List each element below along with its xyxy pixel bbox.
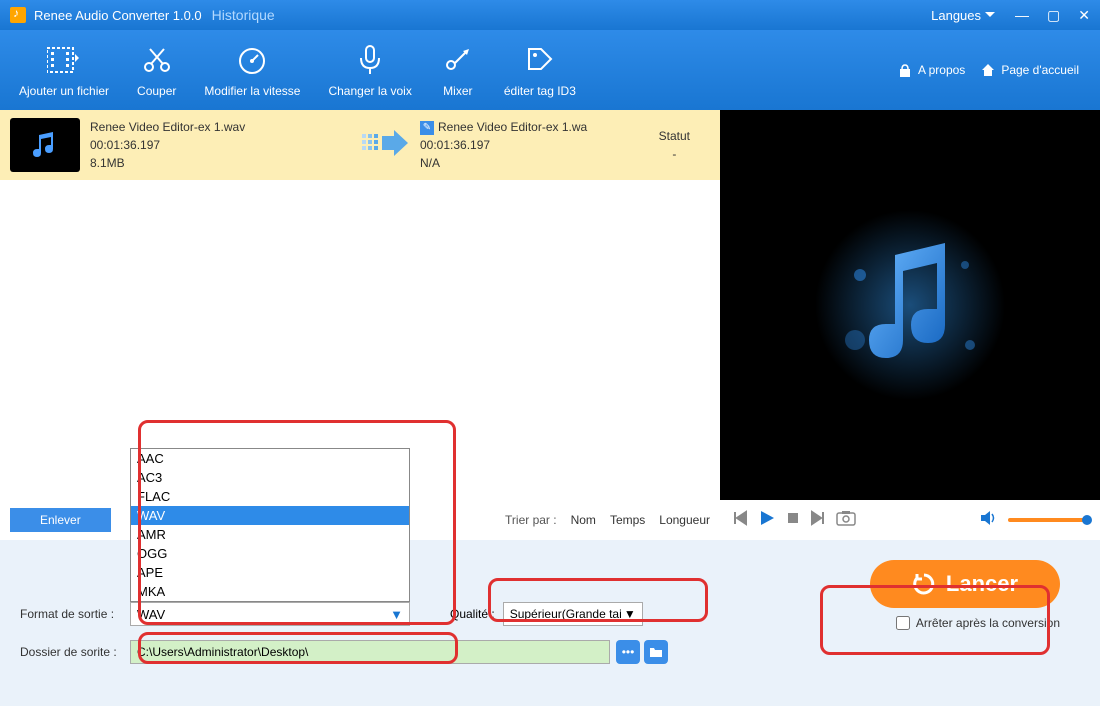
id3-button[interactable]: éditer tag ID3 bbox=[490, 34, 590, 106]
home-link[interactable]: Page d'accueil bbox=[981, 63, 1079, 77]
more-button[interactable]: ••• bbox=[616, 640, 640, 664]
quality-select[interactable]: Supérieur(Grande tai ▼ bbox=[503, 602, 643, 626]
format-select[interactable]: WAV ▼ bbox=[130, 602, 410, 626]
mix-button[interactable]: Mixer bbox=[426, 34, 490, 106]
remove-button[interactable]: Enlever bbox=[10, 508, 111, 532]
format-option[interactable]: AC3 bbox=[131, 468, 409, 487]
format-dropdown-list[interactable]: AACAC3FLACWAVAMROGGAPEMKA bbox=[130, 448, 410, 602]
chevron-down-icon: ▼ bbox=[624, 607, 636, 621]
refresh-icon bbox=[912, 572, 936, 596]
source-file-info: Renee Video Editor-ex 1.wav 00:01:36.197… bbox=[90, 118, 350, 172]
quality-label: Qualité : bbox=[450, 607, 495, 621]
film-add-icon bbox=[46, 42, 82, 78]
file-row[interactable]: Renee Video Editor-ex 1.wav 00:01:36.197… bbox=[0, 110, 720, 180]
prev-button[interactable] bbox=[732, 510, 748, 531]
stop-button[interactable] bbox=[786, 511, 800, 530]
cut-button[interactable]: Couper bbox=[123, 34, 190, 106]
format-option[interactable]: MKA bbox=[131, 582, 409, 601]
player-controls bbox=[720, 500, 1100, 540]
launch-button[interactable]: Lancer bbox=[870, 560, 1060, 608]
sort-length[interactable]: Longueur bbox=[659, 513, 710, 527]
close-button[interactable]: ✕ bbox=[1078, 7, 1090, 24]
voice-button[interactable]: Changer la voix bbox=[314, 34, 425, 106]
add-file-button[interactable]: Ajouter un fichier bbox=[5, 34, 123, 106]
format-option[interactable]: AAC bbox=[131, 449, 409, 468]
next-button[interactable] bbox=[810, 510, 826, 531]
scissors-icon bbox=[139, 42, 175, 78]
format-option[interactable]: FLAC bbox=[131, 487, 409, 506]
minimize-button[interactable]: — bbox=[1015, 7, 1029, 24]
preview-panel bbox=[720, 110, 1100, 500]
output-folder-input[interactable] bbox=[130, 640, 610, 664]
play-button[interactable] bbox=[758, 509, 776, 532]
history-link[interactable]: Historique bbox=[212, 7, 275, 23]
sort-name[interactable]: Nom bbox=[571, 513, 596, 527]
microphone-icon bbox=[352, 42, 388, 78]
language-dropdown[interactable]: Langues bbox=[931, 8, 995, 23]
folder-label: Dossier de sorite : bbox=[20, 645, 130, 659]
snapshot-button[interactable] bbox=[836, 510, 856, 531]
sort-time[interactable]: Temps bbox=[610, 513, 645, 527]
browse-folder-button[interactable] bbox=[644, 640, 668, 664]
format-option[interactable]: AMR bbox=[131, 525, 409, 544]
sort-by-label: Trier par : bbox=[505, 513, 557, 527]
format-option[interactable]: WAV bbox=[131, 506, 409, 525]
format-option[interactable]: APE bbox=[131, 563, 409, 582]
speed-button[interactable]: Modifier la vitesse bbox=[190, 34, 314, 106]
output-file-info: ✎Renee Video Editor-ex 1.wa 00:01:36.197… bbox=[420, 118, 600, 172]
maximize-button[interactable]: ▢ bbox=[1047, 7, 1060, 24]
status-column: Statut - bbox=[659, 127, 690, 163]
home-icon bbox=[981, 63, 995, 77]
mixer-icon bbox=[440, 42, 476, 78]
chevron-down-icon bbox=[985, 12, 995, 18]
file-thumbnail bbox=[10, 118, 80, 172]
music-note-icon bbox=[810, 205, 1010, 405]
file-list: Renee Video Editor-ex 1.wav 00:01:36.197… bbox=[0, 110, 720, 500]
about-link[interactable]: A propos bbox=[898, 63, 965, 77]
volume-slider[interactable] bbox=[1008, 518, 1088, 522]
format-label: Format de sortie : bbox=[20, 607, 130, 621]
stop-after-checkbox[interactable]: Arrêter après la conversion bbox=[896, 616, 1060, 630]
edit-icon[interactable]: ✎ bbox=[420, 121, 434, 135]
gauge-icon bbox=[234, 42, 270, 78]
volume-icon[interactable] bbox=[980, 510, 998, 531]
lock-icon bbox=[898, 63, 912, 77]
tag-icon bbox=[522, 42, 558, 78]
format-option[interactable]: OGG bbox=[131, 544, 409, 563]
chevron-down-icon: ▼ bbox=[390, 607, 403, 622]
app-logo-icon bbox=[10, 7, 26, 23]
arrow-icon bbox=[362, 128, 408, 163]
app-title: Renee Audio Converter 1.0.0 bbox=[34, 8, 202, 23]
